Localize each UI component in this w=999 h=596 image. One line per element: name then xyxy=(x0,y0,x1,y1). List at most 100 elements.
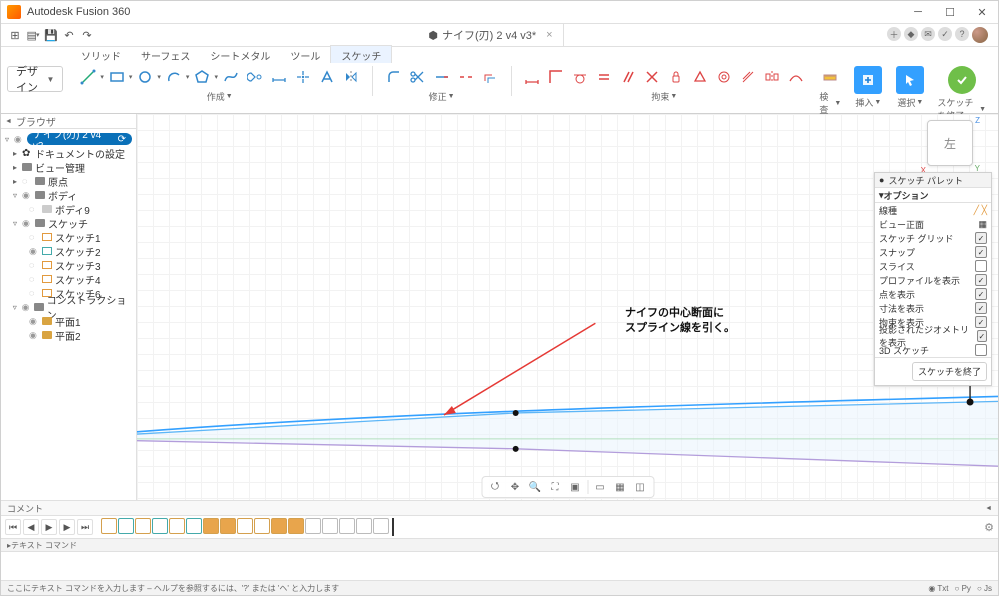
tree-plane-item[interactable]: ◉平面2 xyxy=(1,328,136,342)
extend-tool-icon[interactable] xyxy=(431,66,453,88)
tree-doc-settings[interactable]: ▸✿ドキュメントの設定 xyxy=(1,146,136,160)
workspace-switcher[interactable]: デザイン▼ xyxy=(7,66,63,92)
symmetry-constraint-icon[interactable] xyxy=(761,66,783,88)
pan-icon[interactable]: ✥ xyxy=(507,480,523,494)
viewport-icon[interactable]: ◫ xyxy=(632,480,648,494)
extensions-icon[interactable]: ◆ xyxy=(904,27,918,41)
redo-icon[interactable]: ↷ xyxy=(81,29,93,41)
tree-sketch-item[interactable]: ◌スケッチ3 xyxy=(1,258,136,272)
polygon-tool-icon[interactable] xyxy=(191,66,213,88)
zoom-icon[interactable]: 🔍 xyxy=(527,480,543,494)
display-settings-icon[interactable]: ▭ xyxy=(592,480,608,494)
notifications-icon[interactable]: ✉ xyxy=(921,27,935,41)
sketch-palette[interactable]: ● スケッチ パレット ▾ オプション 線種╱ ╳ ビュー正面▦ スケッチ グリ… xyxy=(874,172,992,386)
palette-row-lookat[interactable]: ビュー正面▦ xyxy=(875,217,991,231)
job-status-icon[interactable]: ✓ xyxy=(938,27,952,41)
text-tool-icon[interactable] xyxy=(316,66,338,88)
circle-tool-icon[interactable] xyxy=(134,66,156,88)
sketch-layer xyxy=(137,114,998,533)
lang-js[interactable]: ○ Js xyxy=(977,584,992,593)
file-menu-icon[interactable]: ▤▾ xyxy=(27,29,39,41)
tree-root[interactable]: ▿◉ ナイフ(刃) 2 v4 v3 ⟳ xyxy=(1,132,136,146)
zoom-window-icon[interactable]: ⛶ xyxy=(547,480,563,494)
horizontal-constraint-icon[interactable] xyxy=(521,66,543,88)
trim-tool-icon[interactable] xyxy=(407,66,429,88)
app-title: Autodesk Fusion 360 xyxy=(27,6,130,18)
curvature-constraint-icon[interactable] xyxy=(785,66,807,88)
select-button[interactable] xyxy=(896,66,924,94)
arc-tool-icon[interactable] xyxy=(163,66,185,88)
palette-row-linetype[interactable]: 線種╱ ╳ xyxy=(875,203,991,217)
tab-surface[interactable]: サーフェス xyxy=(131,46,200,65)
rectangle-tool-icon[interactable] xyxy=(106,66,128,88)
fit-icon[interactable]: ▣ xyxy=(567,480,583,494)
palette-row-profile[interactable]: プロファイルを表示 xyxy=(875,273,991,287)
tab-sheetmetal[interactable]: シートメタル xyxy=(200,46,280,65)
tree-construction[interactable]: ▿◉コンストラクション xyxy=(1,300,136,314)
window-minimize-button[interactable]: ─ xyxy=(902,1,934,23)
parallel-constraint-icon[interactable] xyxy=(617,66,639,88)
break-tool-icon[interactable] xyxy=(455,66,477,88)
tangent-constraint-icon[interactable] xyxy=(569,66,591,88)
canvas-viewport[interactable]: Z Y X 左 xyxy=(137,114,998,500)
perpendicular-constraint-icon[interactable] xyxy=(641,66,663,88)
coincident-constraint-icon[interactable] xyxy=(545,66,567,88)
grid-settings-icon[interactable]: ▦ xyxy=(612,480,628,494)
palette-finish-button[interactable]: スケッチを終了 xyxy=(912,362,987,381)
tree-sketch-item[interactable]: ◌スケッチ1 xyxy=(1,230,136,244)
tab-tools[interactable]: ツール xyxy=(280,46,330,65)
document-tab[interactable]: ⬢ ナイフ(刃) 2 v4 v3* × xyxy=(418,24,563,46)
tree-sketch-item[interactable]: ◉スケッチ2 xyxy=(1,244,136,258)
new-tab-button[interactable]: ＋ xyxy=(887,27,901,41)
palette-options-header[interactable]: ▾ オプション xyxy=(875,188,991,203)
offset-tool-icon[interactable] xyxy=(479,66,501,88)
equal-constraint-icon[interactable] xyxy=(593,66,615,88)
midpoint-constraint-icon[interactable] xyxy=(689,66,711,88)
orbit-icon[interactable]: ⭯ xyxy=(487,480,503,494)
palette-row-slice[interactable]: スライス xyxy=(875,259,991,273)
document-tab-close[interactable]: × xyxy=(546,29,552,41)
tree-sketch-item[interactable]: ◌スケッチ4 xyxy=(1,272,136,286)
tree-sketches[interactable]: ▿◉スケッチ xyxy=(1,216,136,230)
tree-views[interactable]: ▸ビュー管理 xyxy=(1,160,136,174)
palette-header[interactable]: ● スケッチ パレット xyxy=(875,173,991,188)
fillet-tool-icon[interactable] xyxy=(383,66,405,88)
timeline-fwd-button[interactable]: ▶ xyxy=(59,519,75,535)
timeline-start-button[interactable]: ⏮ xyxy=(5,519,21,535)
timeline-back-button[interactable]: ◀ xyxy=(23,519,39,535)
tree-bodies[interactable]: ▿◉ボディ xyxy=(1,188,136,202)
line-tool-icon[interactable] xyxy=(77,66,99,88)
insert-button[interactable] xyxy=(854,66,882,94)
text-command-header[interactable]: ▸ テキスト コマンド xyxy=(1,538,998,551)
palette-row-dims[interactable]: 寸法を表示 xyxy=(875,301,991,315)
tree-body-item[interactable]: ◌ボディ9 xyxy=(1,202,136,216)
tab-sketch[interactable]: スケッチ xyxy=(330,45,392,65)
timeline-play-button[interactable]: ▶ xyxy=(41,519,57,535)
lang-py[interactable]: ○ Py xyxy=(955,584,971,593)
palette-row-proj[interactable]: 投影されたジオメトリを表示 xyxy=(875,329,991,343)
undo-icon[interactable]: ↶ xyxy=(63,29,75,41)
account-avatar-icon[interactable] xyxy=(972,27,988,43)
lang-txt[interactable]: ◉ Txt xyxy=(928,584,948,593)
mirror-tool-icon[interactable] xyxy=(340,66,362,88)
finish-sketch-button[interactable] xyxy=(948,66,976,94)
window-close-button[interactable]: ✕ xyxy=(966,1,998,23)
save-icon[interactable]: 💾 xyxy=(45,29,57,41)
tab-solid[interactable]: ソリッド xyxy=(71,46,131,65)
palette-row-points[interactable]: 点を表示 xyxy=(875,287,991,301)
palette-row-snap[interactable]: スナップ xyxy=(875,245,991,259)
dimension-tool-icon[interactable] xyxy=(268,66,290,88)
window-maximize-button[interactable]: ☐ xyxy=(934,1,966,23)
spline-tool-icon[interactable] xyxy=(220,66,242,88)
data-panel-icon[interactable]: ⊞ xyxy=(9,29,21,41)
slot-tool-icon[interactable] xyxy=(244,66,266,88)
measure-tool-icon[interactable] xyxy=(819,66,841,88)
palette-row-grid[interactable]: スケッチ グリッド xyxy=(875,231,991,245)
help-icon[interactable]: ? xyxy=(955,27,969,41)
concentric-constraint-icon[interactable] xyxy=(713,66,735,88)
tree-origin[interactable]: ▸◌原点 xyxy=(1,174,136,188)
collinear-constraint-icon[interactable] xyxy=(737,66,759,88)
timeline-end-button[interactable]: ⏭ xyxy=(77,519,93,535)
fix-constraint-icon[interactable] xyxy=(665,66,687,88)
fit-point-tool-icon[interactable] xyxy=(292,66,314,88)
